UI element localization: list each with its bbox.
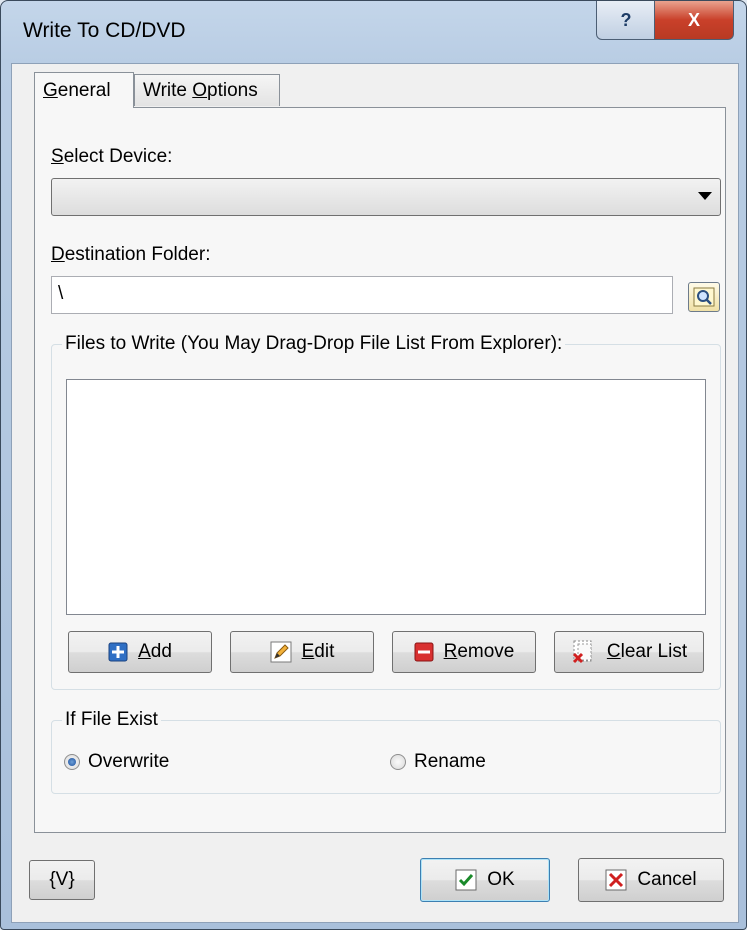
clear-list-button[interactable]: Clear List — [554, 631, 704, 673]
plus-icon — [108, 642, 128, 662]
magnifier-icon — [693, 287, 715, 307]
edit-button-label: Edit — [301, 641, 335, 662]
close-icon: X — [687, 9, 700, 30]
clear-list-button-label: Clear List — [606, 641, 688, 662]
general-tab-panel: Select Device: Destination Folder: \ Fil… — [34, 107, 726, 833]
tab-general-label: General — [43, 79, 111, 101]
close-button[interactable]: X — [654, 1, 734, 40]
rename-option[interactable]: Rename — [390, 751, 486, 773]
files-to-write-title: Files to Write (You May Drag-Drop File L… — [62, 333, 566, 355]
ok-button[interactable]: OK — [420, 858, 550, 902]
remove-button[interactable]: Remove — [392, 631, 536, 673]
cancel-x-icon — [605, 869, 627, 891]
rename-radio[interactable] — [390, 754, 406, 770]
pencil-icon — [270, 641, 292, 663]
minus-icon — [414, 642, 434, 662]
destination-folder-label: Destination Folder: — [51, 244, 211, 265]
overwrite-radio[interactable] — [64, 754, 80, 770]
cancel-button[interactable]: Cancel — [578, 858, 724, 902]
overwrite-option[interactable]: Overwrite — [64, 751, 169, 773]
tab-general[interactable]: General — [34, 72, 134, 108]
help-icon: ? — [620, 9, 632, 30]
browse-folder-button[interactable] — [688, 282, 720, 312]
if-file-exist-title: If File Exist — [62, 709, 161, 731]
files-list[interactable] — [66, 379, 706, 615]
dialog-client-area: General Write Options Select Device: Des… — [11, 63, 739, 923]
ok-button-label: OK — [487, 869, 515, 890]
rename-label: Rename — [414, 751, 486, 772]
checkmark-icon — [455, 869, 477, 891]
edit-button[interactable]: Edit — [230, 631, 374, 673]
clear-list-icon — [571, 639, 597, 665]
variables-button-label: {V} — [49, 869, 75, 890]
destination-folder-value: \ — [58, 283, 64, 304]
if-file-exist-group: If File Exist Overwrite Rename — [51, 709, 721, 794]
cancel-button-label: Cancel — [637, 869, 697, 890]
select-device-dropdown[interactable] — [51, 178, 721, 216]
remove-button-label: Remove — [443, 641, 515, 662]
help-button[interactable]: ? — [596, 1, 656, 40]
title-bar: Write To CD/DVD ? X — [1, 1, 746, 63]
dialog-window: Write To CD/DVD ? X General Write Option… — [0, 0, 747, 930]
tab-write-options-label: Write Options — [143, 79, 258, 101]
select-device-label: Select Device: — [51, 146, 173, 167]
tab-write-options[interactable]: Write Options — [134, 74, 280, 106]
add-button[interactable]: Add — [68, 631, 212, 673]
window-title: Write To CD/DVD — [23, 19, 186, 42]
variables-button[interactable]: {V} — [29, 860, 95, 900]
chevron-down-icon — [698, 192, 712, 200]
add-button-label: Add — [138, 641, 172, 662]
files-to-write-group: Files to Write (You May Drag-Drop File L… — [51, 333, 721, 690]
destination-folder-input[interactable]: \ — [51, 276, 673, 314]
overwrite-label: Overwrite — [88, 751, 170, 772]
